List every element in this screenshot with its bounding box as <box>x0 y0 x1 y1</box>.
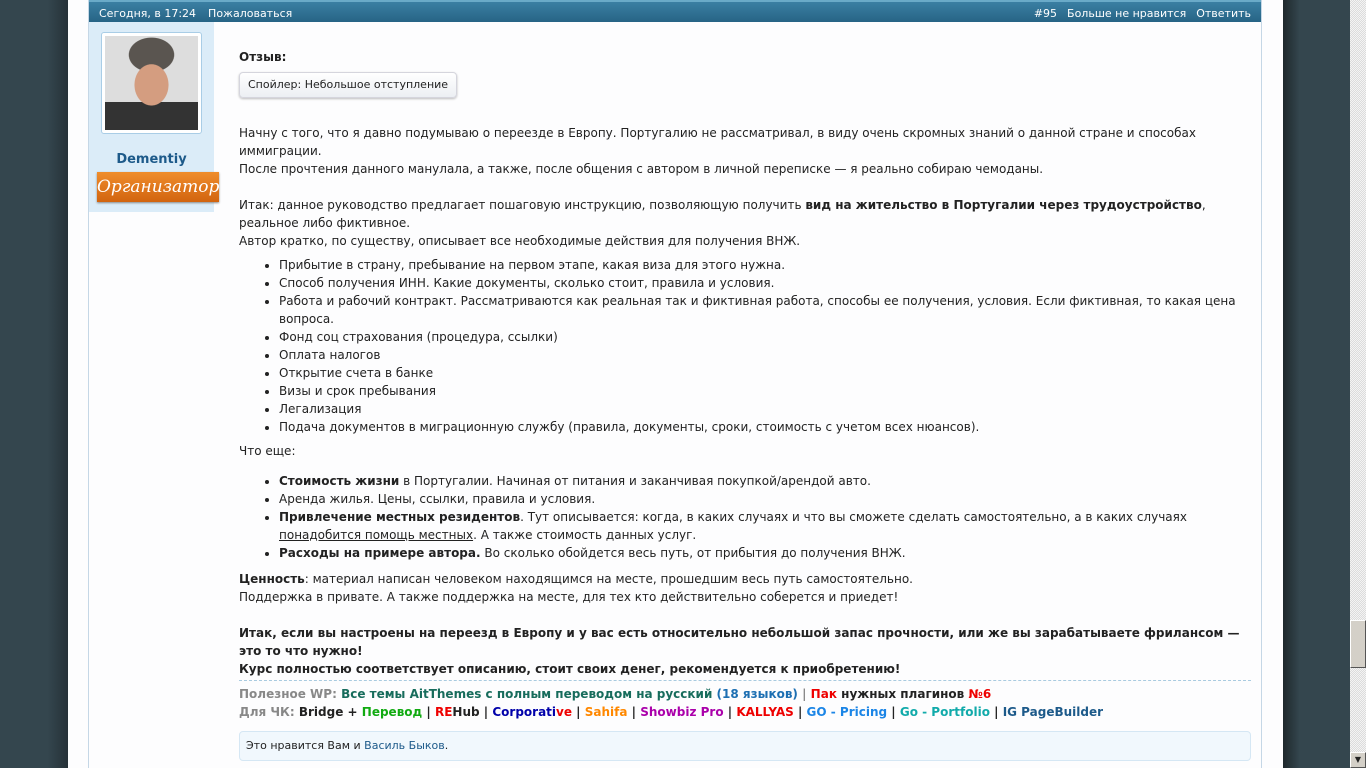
scroll-down-arrow-icon[interactable]: ▼ <box>1350 752 1366 768</box>
user-title-badge: Организатор <box>97 172 219 202</box>
separator: | <box>723 705 737 719</box>
go-portfolio-link[interactable]: Go - Portfolio <box>900 705 990 719</box>
list-item: Аренда жилья. Цены, ссылки, правила и ус… <box>279 490 1251 508</box>
text-bold: Ценность <box>239 572 305 586</box>
paragraph: Курс полностью соответствует описанию, с… <box>239 662 901 676</box>
separator: | <box>793 705 807 719</box>
list-item: Способ получения ИНН. Какие документы, с… <box>279 274 1251 292</box>
list-item: Оплата налогов <box>279 346 1251 364</box>
text: нужных плагинов <box>836 687 969 701</box>
likes-text: . <box>444 739 449 752</box>
list-item: Подача документов в миграционную службу … <box>279 418 1251 436</box>
post-header-bar: Сегодня, в 17:24 Пожаловаться #95 Больше… <box>89 0 1261 22</box>
text: + <box>343 705 362 719</box>
list-item: Визы и срок пребывания <box>279 382 1251 400</box>
paragraph: После прочтения данного манулала, а такж… <box>239 162 1044 176</box>
signature: Полезное WP: Все темы AitThemes с полным… <box>239 680 1251 721</box>
text: . Тут описывается: когда, в каких случая… <box>520 510 1187 524</box>
signature-line-wp: Полезное WP: Все темы AitThemes с полным… <box>239 685 1251 703</box>
signature-label: Для ЧК: <box>239 705 295 719</box>
signature-line-ck: Для ЧК: Bridge + Перевод | REHub | Corpo… <box>239 703 1251 721</box>
steps-list: Прибытие в страну, пребывание на первом … <box>279 256 1251 436</box>
paragraph: Итак, если вы настроены на переезд в Евр… <box>239 626 1240 658</box>
likes-summary: Это нравится Вам и Василь Быков. <box>239 731 1251 761</box>
list-item: Фонд соц страхования (процедура, ссылки) <box>279 328 1251 346</box>
user-info: Dementiy Организатор <box>89 22 219 212</box>
perevod-link[interactable]: Перевод <box>362 705 422 719</box>
spoiler-button[interactable]: Спойлер: Небольшое отступление <box>239 72 458 98</box>
text: Во сколько обойдется весь путь, от прибы… <box>480 546 906 560</box>
likes-text: Это нравится Вам и <box>246 739 365 752</box>
paragraph: Что еще: <box>239 444 296 458</box>
separator: | <box>572 705 585 719</box>
reply-link[interactable]: Ответить <box>1196 2 1251 22</box>
text: Итак: данное руководство предлагает поша… <box>239 198 806 212</box>
bridge-link[interactable]: Bridge <box>299 705 344 719</box>
underlined-text: понадобится помощь местных <box>279 528 474 542</box>
count-text: (18 языков) <box>712 687 798 701</box>
list-item: Стоимость жизни в Португалии. Начиная от… <box>279 472 1251 490</box>
paragraph: Ценность: материал написан человеком нах… <box>239 570 1251 588</box>
report-link[interactable]: Пожаловаться <box>208 2 292 22</box>
sahifa-link[interactable]: Sahifa <box>585 705 628 719</box>
post-time[interactable]: Сегодня, в 17:24 <box>99 2 196 22</box>
rehub-link-re[interactable]: RE <box>435 705 452 719</box>
separator: | <box>887 705 900 719</box>
list-item: Работа и рабочий контракт. Рассматривают… <box>279 292 1251 328</box>
list-item: Прибытие в страну, пребывание на первом … <box>279 256 1251 274</box>
list-item: Привлечение местных резидентов. Тут опис… <box>279 508 1251 544</box>
separator: | <box>627 705 641 719</box>
kallyas-link[interactable]: KALLYAS <box>736 705 793 719</box>
liker-link[interactable]: Василь Быков <box>364 739 445 752</box>
list-item: Расходы на примере автора. Во сколько об… <box>279 544 1251 562</box>
scrollbar-thumb[interactable] <box>1350 620 1366 668</box>
text-bold: Стоимость жизни <box>279 474 400 488</box>
forum-post: Сегодня, в 17:24 Пожаловаться #95 Больше… <box>88 0 1262 768</box>
paragraph: Автор кратко, по существу, описывает все… <box>239 234 801 248</box>
aitthemes-link[interactable]: Все темы AitThemes с полным переводом на… <box>341 687 712 701</box>
post-number-link[interactable]: #95 <box>1034 2 1057 22</box>
page-background-right <box>1283 0 1350 768</box>
paragraph: Итак: данное руководство предлагает поша… <box>239 196 1251 232</box>
post-content: Отзыв: Спойлер: Небольшое отступление На… <box>239 48 1251 761</box>
text: : материал написан человеком находящимся… <box>304 572 913 586</box>
page-background-left <box>0 0 68 768</box>
list-item: Открытие счета в банке <box>279 364 1251 382</box>
unlike-link[interactable]: Больше не нравится <box>1067 2 1186 22</box>
pack-link[interactable]: Пак <box>811 687 837 701</box>
text-bold: вид на жительство в Португалии через тру… <box>805 198 1202 212</box>
username[interactable]: Dementiy <box>89 152 214 167</box>
paragraph: Начну с того, что я давно подумываю о пе… <box>239 126 1196 158</box>
pack-number: №6 <box>968 687 992 701</box>
ig-pagebuilder-link[interactable]: IG PageBuilder <box>1003 705 1103 719</box>
separator: | <box>422 705 435 719</box>
signature-label: Полезное WP: <box>239 687 337 701</box>
text: в Португалии. Начиная от питания и закан… <box>399 474 871 488</box>
avatar-image <box>105 36 198 130</box>
corporative-link[interactable]: Corporati <box>492 705 556 719</box>
extras-list: Стоимость жизни в Португалии. Начиная от… <box>279 472 1251 562</box>
avatar[interactable] <box>101 32 202 134</box>
text: . А также стоимость данных услуг. <box>473 528 697 542</box>
go-pricing-link[interactable]: GO - Pricing <box>807 705 888 719</box>
separator: | <box>989 705 1003 719</box>
rehub-link-hub[interactable]: Hub <box>452 705 479 719</box>
text-bold: Расходы на примере автора. <box>279 546 481 560</box>
separator: | <box>479 705 493 719</box>
text-bold: Привлечение местных резидентов <box>279 510 521 524</box>
corporative-link-end[interactable]: ve <box>556 705 572 719</box>
separator: | <box>797 687 811 701</box>
showbiz-link[interactable]: Showbiz Pro <box>640 705 723 719</box>
review-label: Отзыв: <box>239 50 287 64</box>
paragraph: Поддержка в привате. А также поддержка н… <box>239 590 899 604</box>
list-item: Легализация <box>279 400 1251 418</box>
